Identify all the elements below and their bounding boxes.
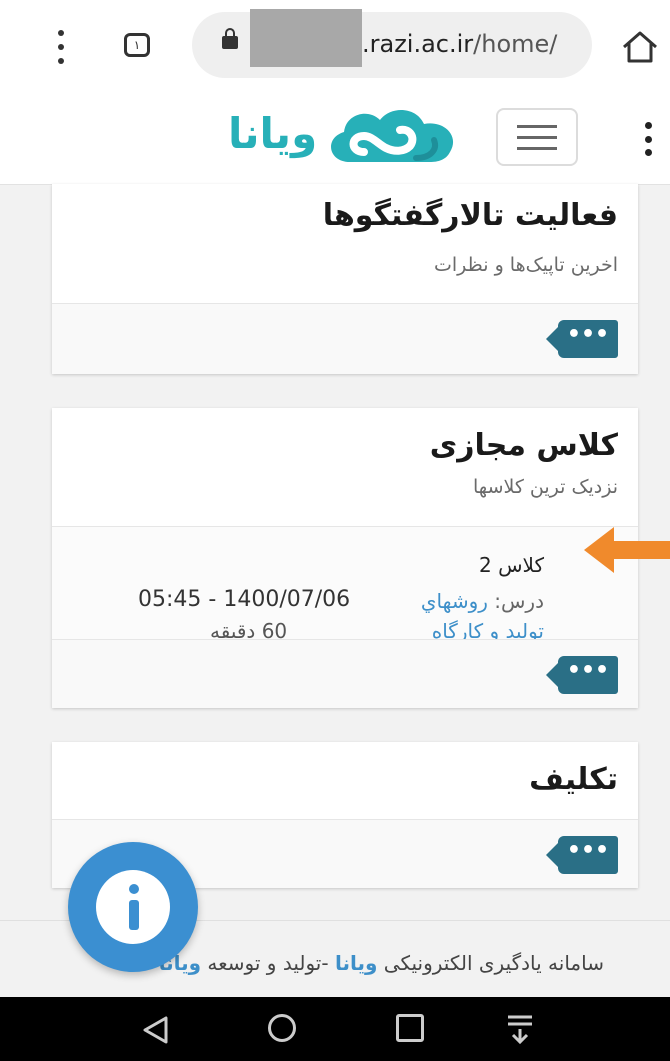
forum-activity-card: فعالیت تالارگفتگوها اخرین تاپیک‌ها و نظر…	[52, 184, 638, 374]
class-datetime: 05:45 - 1400/07/06	[138, 587, 351, 612]
course-prefix: درس:	[494, 589, 544, 613]
card-title: تکلیف	[529, 762, 618, 797]
home-icon[interactable]	[620, 30, 660, 64]
android-nav-bar	[0, 997, 670, 1061]
site-menu-icon[interactable]	[644, 122, 652, 156]
more-button[interactable]: •••	[546, 836, 618, 874]
annotation-arrow-icon	[584, 527, 670, 573]
notification-drawer-icon[interactable]	[502, 1011, 538, 1045]
home-nav-icon[interactable]	[268, 1014, 296, 1042]
more-button[interactable]: •••	[546, 656, 618, 694]
site-header: ویانا	[0, 92, 670, 185]
lock-icon	[222, 28, 238, 49]
virtual-class-card: کلاس مجازی نزدیک ترین کلاسها کلاس 2 درس:…	[52, 408, 638, 708]
card-title: فعالیت تالارگفتگوها	[322, 198, 618, 233]
class-name[interactable]: کلاس 2	[479, 553, 544, 577]
footer-prefix: سامانه یادگیری الکترونیکی	[383, 951, 604, 975]
cloud-logo-icon[interactable]	[320, 102, 480, 172]
info-button[interactable]	[68, 842, 198, 972]
footer-link[interactable]: ویانا	[335, 951, 377, 975]
browser-toolbar: ١ .razi.ac.ir/home/	[0, 0, 670, 92]
card-footer: •••	[52, 303, 638, 374]
card-subtitle: نزدیک ترین کلاسها	[473, 476, 618, 498]
more-button[interactable]: •••	[546, 320, 618, 358]
browser-menu-icon[interactable]	[56, 30, 66, 64]
url-text: .razi.ac.ir/home/	[362, 30, 557, 58]
url-domain: .razi.ac.ir	[362, 30, 474, 58]
class-list-item[interactable]: کلاس 2 درس: روشهاي توليد و كارگاه 05:45 …	[52, 526, 638, 645]
logo-text[interactable]: ویانا	[228, 106, 317, 162]
card-footer: •••	[52, 639, 638, 708]
card-title: کلاس مجازی	[429, 428, 618, 463]
footer-middle: -تولید و توسعه	[207, 951, 329, 975]
url-path: /home/	[473, 30, 558, 58]
recent-apps-icon[interactable]	[396, 1014, 424, 1042]
card-subtitle: اخرین تاپیک‌ها و نظرات	[434, 254, 618, 276]
redacted-url-part	[250, 9, 362, 67]
back-icon[interactable]	[140, 1015, 172, 1045]
footer-text: سامانه یادگیری الکترونیکی ویانا -تولید و…	[159, 951, 604, 975]
course-line: درس: روشهاي	[421, 589, 544, 613]
address-bar[interactable]: .razi.ac.ir/home/	[192, 9, 592, 78]
info-icon	[96, 870, 170, 944]
course-link[interactable]: روشهاي	[421, 589, 488, 613]
tab-switcher-button[interactable]: ١	[124, 33, 150, 57]
hamburger-menu-button[interactable]	[496, 108, 578, 166]
